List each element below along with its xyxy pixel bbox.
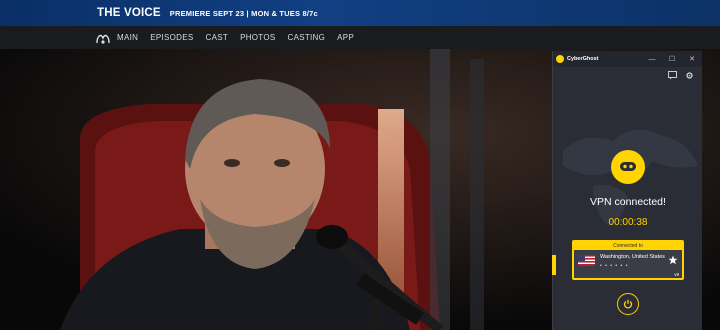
us-flag-icon <box>578 255 595 266</box>
ip-address-obscured: • • • • • • <box>600 263 629 269</box>
nav-item-photos[interactable]: PHOTOS <box>240 33 275 42</box>
show-title[interactable]: THE VOICE <box>97 7 161 19</box>
close-icon[interactable]: ✕ <box>682 51 702 67</box>
nav-item-main[interactable]: MAIN <box>117 33 138 42</box>
server-location: Washington, United States <box>600 254 665 260</box>
connection-timer: 00:00:38 <box>608 217 648 228</box>
premiere-text: PREMIERE SEPT 23 | MON & TUES 8/7c <box>169 8 318 18</box>
side-accent <box>552 255 556 275</box>
vpn-status-text: VPN connected! <box>590 196 666 208</box>
settings-gear-icon[interactable] <box>685 71 694 80</box>
vpn-titlebar: CyberGhost — ☐ ✕ <box>553 51 702 67</box>
site-nav: MAIN EPISODES CAST PHOTOS CASTING APP <box>0 26 720 49</box>
nav-item-app[interactable]: APP <box>337 33 354 42</box>
vpn-brand: CyberGhost <box>567 56 599 62</box>
power-icon <box>623 299 633 309</box>
favorite-star-icon[interactable] <box>668 255 678 265</box>
message-icon[interactable] <box>668 71 677 80</box>
connected-to-label: Connected to <box>574 242 682 250</box>
nbc-peacock-icon[interactable] <box>95 30 111 46</box>
nav-item-cast[interactable]: CAST <box>206 33 229 42</box>
minimize-icon[interactable]: — <box>642 51 662 67</box>
connected-server-card[interactable]: Connected to Washington, United States •… <box>572 240 684 280</box>
cyberghost-window: CyberGhost — ☐ ✕ VPN connected! 00:00:38… <box>552 51 702 330</box>
power-button[interactable] <box>617 293 639 315</box>
nav-item-casting[interactable]: CASTING <box>288 33 326 42</box>
nav-item-episodes[interactable]: EPISODES <box>150 33 193 42</box>
server-badge: v8 <box>674 272 679 277</box>
site-banner: THE VOICE PREMIERE SEPT 23 | MON & TUES … <box>0 0 720 26</box>
ghost-logo-icon <box>611 150 645 184</box>
maximize-icon[interactable]: ☐ <box>662 51 682 67</box>
cyberghost-logo-icon <box>556 55 564 63</box>
